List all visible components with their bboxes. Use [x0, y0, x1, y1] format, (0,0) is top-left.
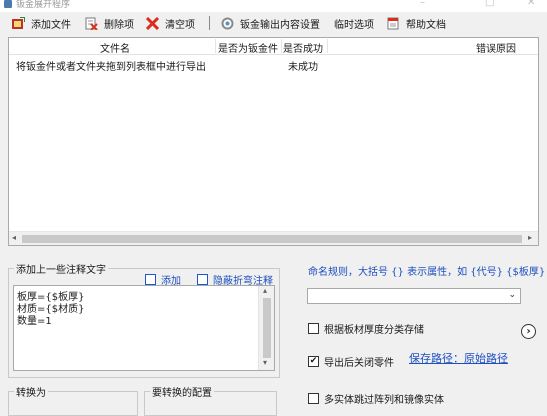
- clear-items-button[interactable]: 清空项: [146, 16, 195, 31]
- list-item-filename[interactable]: 将钣金件或者文件夹拖到列表框中进行导出: [16, 58, 206, 73]
- add-file-label: 添加文件: [31, 19, 71, 31]
- close-button[interactable]: ✕: [527, 0, 535, 8]
- vertical-scrollbar[interactable]: ▴ ▾: [258, 286, 274, 370]
- save-path-link[interactable]: 保存路径：原始路径: [409, 350, 508, 366]
- column-header-error-reason[interactable]: 错误原因: [476, 40, 516, 55]
- chevron-right-icon: ›: [526, 326, 531, 337]
- skip-array-mirror-label[interactable]: 多实体跳过阵列和镜像实体: [324, 391, 444, 406]
- naming-rule-combo[interactable]: ⌄: [307, 288, 521, 304]
- scroll-right-arrow-icon[interactable]: ▸: [528, 233, 532, 242]
- column-divider[interactable]: [215, 39, 216, 53]
- annotation-group-title: 添加上一些注释文字: [14, 261, 108, 276]
- delete-icon: [85, 17, 98, 30]
- annotation-textarea[interactable]: 板厚={$板厚} 材质={$材质} 数量=1 ▴ ▾: [13, 285, 275, 371]
- column-header-is-sheet-metal[interactable]: 是否为钣金件: [218, 40, 278, 55]
- skip-array-mirror-checkbox[interactable]: [308, 393, 319, 404]
- column-divider[interactable]: [327, 39, 328, 53]
- chevron-down-icon[interactable]: ⌄: [508, 290, 516, 300]
- toolbar: 添加文件 删除项 清空项 钣金输出内容设置 临时选项 帮助文档: [0, 12, 547, 34]
- help-doc-button[interactable]: 帮助文档: [387, 16, 446, 31]
- scroll-left-arrow-icon[interactable]: ◂: [12, 233, 16, 242]
- annotation-line: 数量=1: [17, 316, 52, 327]
- add-annotation-checkbox[interactable]: [145, 274, 156, 285]
- naming-rule-text: 命名规则，大括号 {} 表示属性，如 {代号} {$板厚}: [308, 267, 546, 278]
- hide-bend-annotation-checkbox[interactable]: [197, 274, 208, 285]
- delete-item-label: 删除项: [104, 19, 134, 31]
- classify-by-thickness-label[interactable]: 根据板材厚度分类存储: [324, 321, 424, 336]
- horizontal-scrollbar[interactable]: ◂ ▸: [9, 231, 538, 245]
- toolbar-separator: [209, 16, 210, 30]
- list-item-success: 未成功: [288, 62, 318, 73]
- column-divider[interactable]: [281, 39, 282, 53]
- settings-icon: [221, 17, 234, 29]
- scroll-up-arrow-icon[interactable]: ▴: [263, 286, 267, 295]
- scrollbar-thumb[interactable]: [22, 235, 522, 243]
- file-list[interactable]: 文件名 是否为钣金件 是否成功 错误原因 将钣金件或者文件夹拖到列表框中进行导出…: [8, 37, 539, 246]
- close-parts-after-export-checkbox[interactable]: ✔: [308, 356, 319, 367]
- title-bar: 钣金展开程序 – □ ✕: [0, 0, 547, 12]
- app-icon: [4, 0, 12, 8]
- temp-options-button[interactable]: 临时选项: [334, 16, 374, 31]
- window-title: 钣金展开程序: [16, 0, 71, 10]
- file-list-header: 文件名 是否为钣金件 是否成功 错误原因: [9, 38, 538, 55]
- add-file-icon: [12, 16, 25, 29]
- scrollbar-thumb[interactable]: [263, 298, 271, 358]
- classify-by-thickness-checkbox[interactable]: [308, 323, 319, 334]
- column-header-success[interactable]: 是否成功: [283, 40, 323, 55]
- add-file-button[interactable]: 添加文件: [12, 16, 71, 31]
- column-header-filename[interactable]: 文件名: [100, 40, 130, 55]
- more-options-button[interactable]: ›: [521, 324, 536, 339]
- checkmark-icon: ✔: [309, 356, 318, 366]
- convert-to-title: 转换为: [14, 384, 48, 399]
- help-doc-label: 帮助文档: [406, 19, 446, 31]
- clear-icon: [146, 16, 159, 30]
- configs-title: 要转换的配置: [150, 384, 214, 399]
- scroll-down-arrow-icon[interactable]: ▾: [263, 358, 267, 367]
- maximize-button[interactable]: □: [485, 0, 494, 8]
- temp-options-label: 临时选项: [334, 19, 374, 31]
- output-settings-button[interactable]: 钣金输出内容设置: [221, 16, 320, 31]
- minimize-button[interactable]: –: [420, 0, 425, 8]
- help-icon: [387, 17, 399, 29]
- clear-items-label: 清空项: [165, 19, 195, 31]
- close-parts-after-export-label[interactable]: 导出后关闭零件: [324, 354, 394, 369]
- delete-item-button[interactable]: 删除项: [85, 16, 134, 31]
- output-settings-label: 钣金输出内容设置: [240, 19, 320, 31]
